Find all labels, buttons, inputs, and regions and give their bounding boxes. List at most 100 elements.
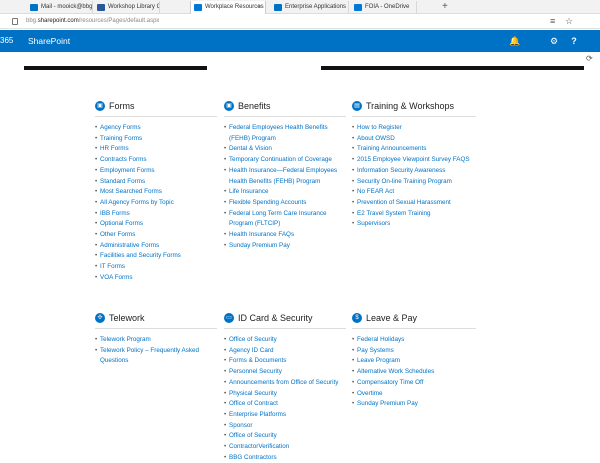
section-link[interactable]: Health Insurance FAQs	[224, 230, 346, 241]
settings-gear-icon[interactable]: ⚙	[543, 30, 565, 52]
section-link[interactable]: Telework Program	[95, 335, 217, 346]
section-link[interactable]: Agency ID Card	[224, 346, 346, 357]
section-link[interactable]: Announcements from Office of Security	[224, 378, 346, 389]
section-header: ▣ Benefits	[224, 99, 346, 117]
suite-bar: 365 SharePoint 🔔 ⚙ ?	[0, 30, 600, 52]
section-link[interactable]: Administrative Forms	[95, 241, 217, 252]
section-link[interactable]: Health Insurance—Federal Employees Healt…	[224, 166, 346, 187]
section-link[interactable]: Office of Security	[224, 431, 346, 442]
close-tab-icon[interactable]: ×	[258, 1, 262, 14]
section-link[interactable]: ContractorVerification	[224, 442, 346, 453]
notifications-bell-icon[interactable]: 🔔	[504, 30, 526, 52]
section-link[interactable]: Office of Security	[224, 335, 346, 346]
address-bar[interactable]: bbg.sharepoint.com/resources/Pages/defau…	[0, 14, 600, 29]
id-card-icon: ▭	[224, 313, 234, 323]
section-link[interactable]: VOA Forms	[95, 273, 217, 284]
section-title: Benefits	[238, 101, 271, 111]
section-link[interactable]: Federal Long Term Care Insurance Program…	[224, 209, 346, 230]
section-link[interactable]: Overtime	[352, 389, 476, 400]
section-link[interactable]: How to Register	[352, 123, 476, 134]
forms-icon: ▣	[95, 101, 105, 111]
section-link[interactable]: Enterprise Platforms	[224, 410, 346, 421]
favorite-star-icon[interactable]: ☆	[565, 14, 573, 29]
ribbon-bar: ⟳	[0, 52, 600, 66]
section-link[interactable]: Security On-line Training Program	[352, 177, 476, 188]
section-link-list: Telework ProgramTelework Policy – Freque…	[95, 335, 217, 367]
section-title: Forms	[109, 101, 135, 111]
section-link[interactable]: Employment Forms	[95, 166, 217, 177]
section-link[interactable]: Physical Security	[224, 389, 346, 400]
section-leave-pay: $ Leave & Pay Federal HolidaysPay SystemsL…	[352, 311, 476, 410]
section-link[interactable]: Standard Forms	[95, 177, 217, 188]
section-link[interactable]: All Agency Forms by Topic	[95, 198, 217, 209]
section-link[interactable]: Optional Forms	[95, 219, 217, 230]
training-icon: ▤	[352, 101, 362, 111]
section-link[interactable]: BBG Contractors	[224, 453, 346, 463]
browser-tab[interactable]: FOIA - OneDrive	[351, 1, 417, 14]
url-text[interactable]: bbg.sharepoint.com/resources/Pages/defau…	[26, 14, 159, 29]
section-link[interactable]: Life Insurance	[224, 187, 346, 198]
office365-label[interactable]: 365	[0, 30, 13, 52]
tab-favicon-icon	[194, 4, 202, 11]
section-link[interactable]: Office of Contract	[224, 399, 346, 410]
section-header: ▤ Training & Workshops	[352, 99, 476, 117]
tab-label: Enterprise Applications Lim	[285, 4, 348, 10]
section-link[interactable]: E2 Travel System Training	[352, 209, 476, 220]
section-link[interactable]: Other Forms	[95, 230, 217, 241]
new-tab-button[interactable]: +	[442, 0, 448, 13]
section-link[interactable]: Prevention of Sexual Harassment	[352, 198, 476, 209]
section-link[interactable]: IT Forms	[95, 262, 217, 273]
section-link[interactable]: Information Security Awareness	[352, 166, 476, 177]
section-link[interactable]: Flexible Spending Accounts	[224, 198, 346, 209]
section-link[interactable]: Alternative Work Schedules	[352, 367, 476, 378]
browser-tab[interactable]: Workshop Library On-Dema	[94, 1, 160, 14]
section-link[interactable]: Compensatory Time Off	[352, 378, 476, 389]
sync-icon[interactable]: ⟳	[586, 52, 593, 66]
section-link[interactable]: Training Announcements	[352, 144, 476, 155]
section-title: ID Card & Security	[238, 313, 313, 323]
section-link[interactable]: Leave Program	[352, 356, 476, 367]
section-link[interactable]: About OWSD	[352, 134, 476, 145]
browser-tab[interactable]: Enterprise Applications Lim	[271, 1, 349, 14]
help-icon[interactable]: ?	[563, 30, 585, 52]
section-link[interactable]: Pay Systems	[352, 346, 476, 357]
section-link[interactable]: No FEAR Act	[352, 187, 476, 198]
section-link[interactable]: Federal Holidays	[352, 335, 476, 346]
section-link[interactable]: Agency Forms	[95, 123, 217, 134]
lock-icon	[12, 18, 18, 25]
section-link[interactable]: Personnel Security	[224, 367, 346, 378]
banner-divider	[0, 66, 600, 70]
section-link[interactable]: Temporary Continuation of Coverage	[224, 155, 346, 166]
browser-tab[interactable]: Mail - mooick@bbg.gov	[27, 1, 93, 14]
section-link[interactable]: 2015 Employee Viewpoint Survey FAQS	[352, 155, 476, 166]
section-link[interactable]: Dental & Vision	[224, 144, 346, 155]
section-header: ▭ ID Card & Security	[224, 311, 346, 329]
section-link[interactable]: Forms & Documents	[224, 356, 346, 367]
section-link[interactable]: Sunday Premium Pay	[352, 399, 476, 410]
section-telework: ✣ Telework Telework ProgramTelework Policy…	[95, 311, 217, 367]
tab-label: Workplace Resources	[205, 4, 264, 10]
section-link[interactable]: Training Forms	[95, 134, 217, 145]
reading-view-icon[interactable]: ≡	[550, 14, 555, 29]
section-link[interactable]: IBB Forms	[95, 209, 217, 220]
browser-tab[interactable]: Workplace Resources ×	[190, 1, 266, 14]
section-link[interactable]: Contracts Forms	[95, 155, 217, 166]
tab-label: FOIA - OneDrive	[365, 4, 410, 10]
section-link[interactable]: Sponsor	[224, 421, 346, 432]
section-link-list: Office of SecurityAgency ID CardForms & …	[224, 335, 346, 463]
section-link[interactable]: HR Forms	[95, 144, 217, 155]
tab-favicon-icon	[274, 4, 282, 11]
section-link[interactable]: Most Searched Forms	[95, 187, 217, 198]
section-training-workshops: ▤ Training & Workshops How to RegisterAbou…	[352, 99, 476, 230]
section-benefits: ▣ Benefits Federal Employees Health Benefi…	[224, 99, 346, 251]
section-link-list: Federal Employees Health Benefits (FEHB)…	[224, 123, 346, 251]
sharepoint-app-name[interactable]: SharePoint	[28, 30, 70, 52]
section-link[interactable]: Telework Policy – Frequently Asked Quest…	[95, 346, 217, 367]
section-link[interactable]: Supervisors	[352, 219, 476, 230]
browser-tab-strip: Mail - mooick@bbg.gov Workshop Library On…	[0, 0, 600, 14]
section-link[interactable]: Sunday Premium Pay	[224, 241, 346, 252]
tab-label: Mail - mooick@bbg.gov	[41, 4, 93, 10]
section-title: Telework	[109, 313, 145, 323]
section-link[interactable]: Facilities and Security Forms	[95, 251, 217, 262]
section-link[interactable]: Federal Employees Health Benefits (FEHB)…	[224, 123, 346, 144]
